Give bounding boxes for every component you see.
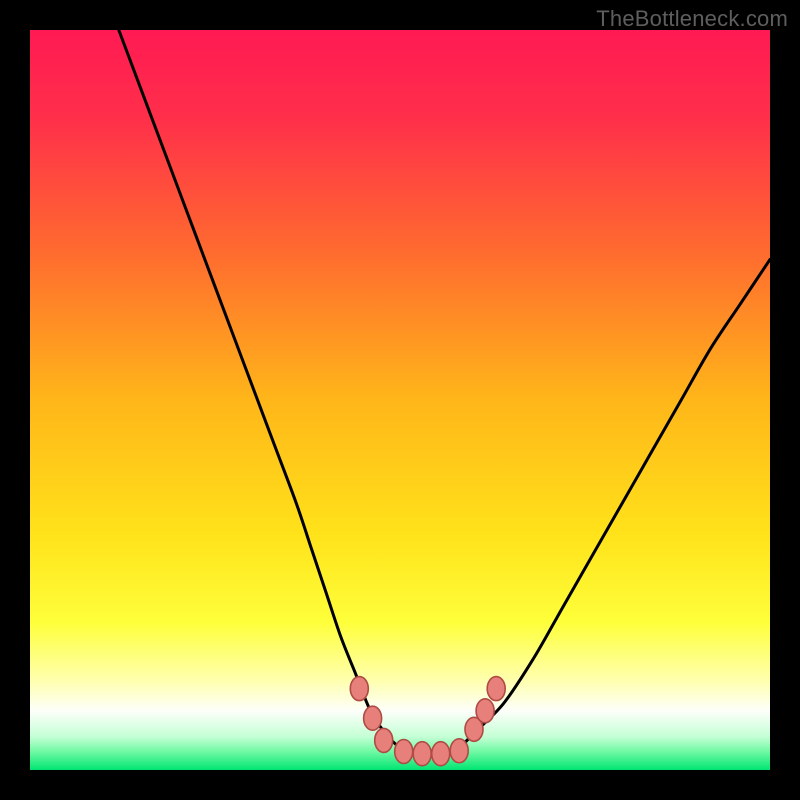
curve-marker [487,677,505,701]
curve-marker [450,739,468,763]
curve-marker [375,728,393,752]
curve-marker [413,742,431,766]
curve-marker [476,699,494,723]
attribution-text: TheBottleneck.com [596,6,788,32]
bottleneck-chart [30,30,770,770]
curve-marker [432,742,450,766]
plot-area [30,30,770,770]
curve-marker [350,677,368,701]
chart-frame: TheBottleneck.com [0,0,800,800]
curve-marker [395,740,413,764]
gradient-background [30,30,770,770]
curve-marker [364,706,382,730]
